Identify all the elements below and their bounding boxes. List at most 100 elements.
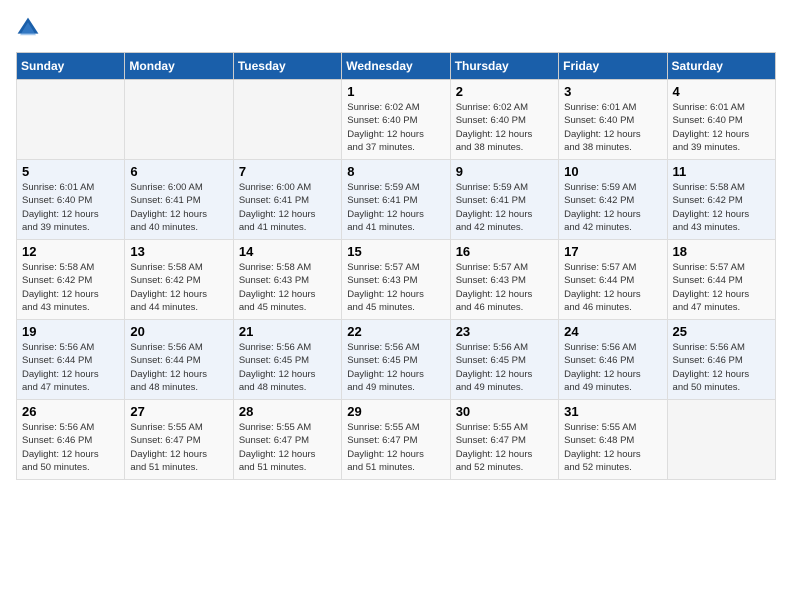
weekday-header: Wednesday — [342, 53, 450, 80]
calendar-cell — [17, 80, 125, 160]
day-info: Sunrise: 5:55 AM Sunset: 6:47 PM Dayligh… — [239, 421, 336, 474]
calendar-cell: 8 Sunrise: 5:59 AM Sunset: 6:41 PM Daylig… — [342, 160, 450, 240]
calendar-cell: 5 Sunrise: 6:01 AM Sunset: 6:40 PM Daylig… — [17, 160, 125, 240]
day-info: Sunrise: 5:56 AM Sunset: 6:46 PM Dayligh… — [22, 421, 119, 474]
day-number: 29 — [347, 404, 444, 419]
weekday-header: Tuesday — [233, 53, 341, 80]
calendar-cell: 31 Sunrise: 5:55 AM Sunset: 6:48 PM Dayli… — [559, 400, 667, 480]
day-info: Sunrise: 5:58 AM Sunset: 6:42 PM Dayligh… — [22, 261, 119, 314]
day-number: 15 — [347, 244, 444, 259]
calendar-cell: 15Sunrise: 5:57 AM Sunset: 6:43 PM Dayli… — [342, 240, 450, 320]
weekday-header-row: SundayMondayTuesdayWednesdayThursdayFrid… — [17, 53, 776, 80]
day-info: Sunrise: 5:58 AM Sunset: 6:43 PM Dayligh… — [239, 261, 336, 314]
day-info: Sunrise: 5:56 AM Sunset: 6:46 PM Dayligh… — [673, 341, 770, 394]
day-number: 22 — [347, 324, 444, 339]
day-number: 3 — [564, 84, 661, 99]
weekday-header: Thursday — [450, 53, 558, 80]
calendar-cell: 4Sunrise: 6:01 AM Sunset: 6:40 PM Daylig… — [667, 80, 775, 160]
calendar-cell: 25 Sunrise: 5:56 AM Sunset: 6:46 PM Dayli… — [667, 320, 775, 400]
calendar-cell: 3 Sunrise: 6:01 AM Sunset: 6:40 PM Daylig… — [559, 80, 667, 160]
logo — [16, 16, 44, 40]
day-number: 6 — [130, 164, 227, 179]
day-info: Sunrise: 5:58 AM Sunset: 6:42 PM Dayligh… — [673, 181, 770, 234]
calendar-cell: 30Sunrise: 5:55 AM Sunset: 6:47 PM Dayli… — [450, 400, 558, 480]
day-number: 16 — [456, 244, 553, 259]
day-number: 24 — [564, 324, 661, 339]
day-number: 14 — [239, 244, 336, 259]
calendar-cell: 24 Sunrise: 5:56 AM Sunset: 6:46 PM Dayli… — [559, 320, 667, 400]
calendar-cell: 6Sunrise: 6:00 AM Sunset: 6:41 PM Daylig… — [125, 160, 233, 240]
calendar-week-row: 1 Sunrise: 6:02 AM Sunset: 6:40 PM Daylig… — [17, 80, 776, 160]
day-info: Sunrise: 5:59 AM Sunset: 6:41 PM Dayligh… — [456, 181, 553, 234]
weekday-header: Sunday — [17, 53, 125, 80]
day-number: 7 — [239, 164, 336, 179]
calendar-cell: 27 Sunrise: 5:55 AM Sunset: 6:47 PM Dayli… — [125, 400, 233, 480]
day-number: 31 — [564, 404, 661, 419]
calendar-cell: 28 Sunrise: 5:55 AM Sunset: 6:47 PM Dayli… — [233, 400, 341, 480]
day-info: Sunrise: 5:59 AM Sunset: 6:41 PM Dayligh… — [347, 181, 444, 234]
day-info: Sunrise: 5:55 AM Sunset: 6:47 PM Dayligh… — [456, 421, 553, 474]
day-info: Sunrise: 5:55 AM Sunset: 6:47 PM Dayligh… — [130, 421, 227, 474]
weekday-header: Friday — [559, 53, 667, 80]
calendar-cell: 10Sunrise: 5:59 AM Sunset: 6:42 PM Dayli… — [559, 160, 667, 240]
calendar-cell: 19 Sunrise: 5:56 AM Sunset: 6:44 PM Dayli… — [17, 320, 125, 400]
day-info: Sunrise: 5:56 AM Sunset: 6:44 PM Dayligh… — [22, 341, 119, 394]
day-number: 18 — [673, 244, 770, 259]
day-info: Sunrise: 5:56 AM Sunset: 6:45 PM Dayligh… — [239, 341, 336, 394]
day-number: 23 — [456, 324, 553, 339]
day-info: Sunrise: 5:57 AM Sunset: 6:44 PM Dayligh… — [564, 261, 661, 314]
weekday-header: Monday — [125, 53, 233, 80]
calendar-cell: 2 Sunrise: 6:02 AM Sunset: 6:40 PM Daylig… — [450, 80, 558, 160]
day-number: 9 — [456, 164, 553, 179]
calendar-cell: 7Sunrise: 6:00 AM Sunset: 6:41 PM Daylig… — [233, 160, 341, 240]
weekday-header: Saturday — [667, 53, 775, 80]
day-info: Sunrise: 6:02 AM Sunset: 6:40 PM Dayligh… — [456, 101, 553, 154]
day-info: Sunrise: 5:58 AM Sunset: 6:42 PM Dayligh… — [130, 261, 227, 314]
calendar-cell — [667, 400, 775, 480]
day-info: Sunrise: 5:57 AM Sunset: 6:44 PM Dayligh… — [673, 261, 770, 314]
calendar-cell: 1 Sunrise: 6:02 AM Sunset: 6:40 PM Daylig… — [342, 80, 450, 160]
calendar-cell: 20 Sunrise: 5:56 AM Sunset: 6:44 PM Dayli… — [125, 320, 233, 400]
calendar-cell: 23 Sunrise: 5:56 AM Sunset: 6:45 PM Dayli… — [450, 320, 558, 400]
calendar-cell: 16 Sunrise: 5:57 AM Sunset: 6:43 PM Dayli… — [450, 240, 558, 320]
calendar-cell — [233, 80, 341, 160]
calendar-cell: 9 Sunrise: 5:59 AM Sunset: 6:41 PM Daylig… — [450, 160, 558, 240]
day-number: 26 — [22, 404, 119, 419]
calendar-week-row: 19 Sunrise: 5:56 AM Sunset: 6:44 PM Dayli… — [17, 320, 776, 400]
calendar-cell: 17 Sunrise: 5:57 AM Sunset: 6:44 PM Dayli… — [559, 240, 667, 320]
day-number: 21 — [239, 324, 336, 339]
day-info: Sunrise: 6:02 AM Sunset: 6:40 PM Dayligh… — [347, 101, 444, 154]
day-info: Sunrise: 5:56 AM Sunset: 6:46 PM Dayligh… — [564, 341, 661, 394]
calendar-cell — [125, 80, 233, 160]
calendar-week-row: 12Sunrise: 5:58 AM Sunset: 6:42 PM Dayli… — [17, 240, 776, 320]
calendar-cell: 29Sunrise: 5:55 AM Sunset: 6:47 PM Dayli… — [342, 400, 450, 480]
calendar-cell: 13 Sunrise: 5:58 AM Sunset: 6:42 PM Dayli… — [125, 240, 233, 320]
day-number: 8 — [347, 164, 444, 179]
calendar-cell: 14 Sunrise: 5:58 AM Sunset: 6:43 PM Dayli… — [233, 240, 341, 320]
page-header — [16, 16, 776, 40]
day-info: Sunrise: 5:56 AM Sunset: 6:45 PM Dayligh… — [456, 341, 553, 394]
day-number: 17 — [564, 244, 661, 259]
day-number: 27 — [130, 404, 227, 419]
day-number: 28 — [239, 404, 336, 419]
calendar-cell: 22 Sunrise: 5:56 AM Sunset: 6:45 PM Dayli… — [342, 320, 450, 400]
day-number: 25 — [673, 324, 770, 339]
day-info: Sunrise: 5:56 AM Sunset: 6:45 PM Dayligh… — [347, 341, 444, 394]
day-info: Sunrise: 6:01 AM Sunset: 6:40 PM Dayligh… — [564, 101, 661, 154]
day-number: 5 — [22, 164, 119, 179]
day-info: Sunrise: 5:56 AM Sunset: 6:44 PM Dayligh… — [130, 341, 227, 394]
day-info: Sunrise: 6:01 AM Sunset: 6:40 PM Dayligh… — [673, 101, 770, 154]
day-info: Sunrise: 5:57 AM Sunset: 6:43 PM Dayligh… — [456, 261, 553, 314]
day-number: 13 — [130, 244, 227, 259]
calendar-cell: 26 Sunrise: 5:56 AM Sunset: 6:46 PM Dayli… — [17, 400, 125, 480]
day-info: Sunrise: 6:01 AM Sunset: 6:40 PM Dayligh… — [22, 181, 119, 234]
calendar-week-row: 26 Sunrise: 5:56 AM Sunset: 6:46 PM Dayli… — [17, 400, 776, 480]
day-info: Sunrise: 5:55 AM Sunset: 6:48 PM Dayligh… — [564, 421, 661, 474]
day-number: 20 — [130, 324, 227, 339]
day-number: 11 — [673, 164, 770, 179]
logo-icon — [16, 16, 40, 40]
day-number: 1 — [347, 84, 444, 99]
day-number: 2 — [456, 84, 553, 99]
day-number: 19 — [22, 324, 119, 339]
calendar-cell: 12Sunrise: 5:58 AM Sunset: 6:42 PM Dayli… — [17, 240, 125, 320]
